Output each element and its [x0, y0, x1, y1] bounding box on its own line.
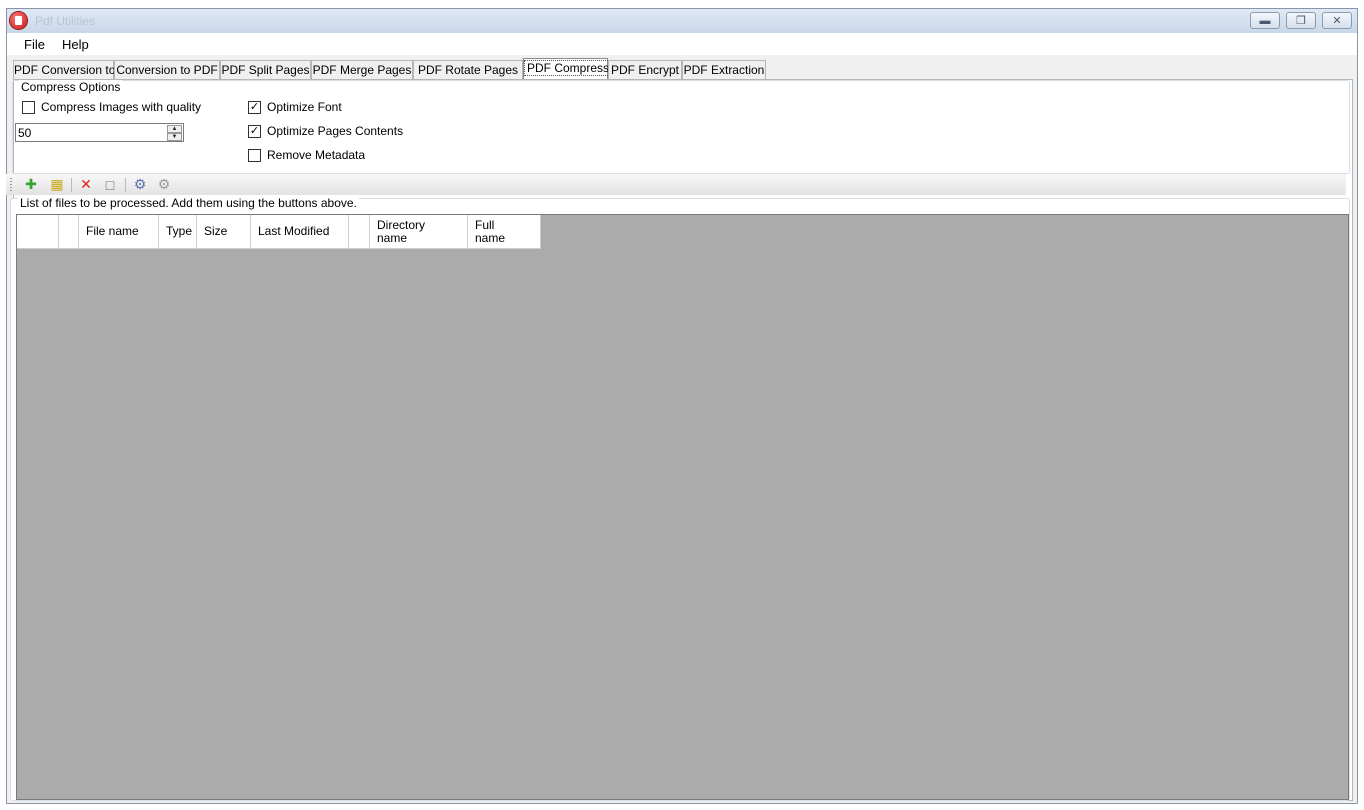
- tab-pdf-extraction[interactable]: PDF Extraction: [682, 60, 766, 79]
- tab-conversion-to-pdf[interactable]: Conversion to PDF: [114, 60, 220, 79]
- tab-pdf-split-pages[interactable]: PDF Split Pages: [220, 60, 311, 79]
- menu-help[interactable]: Help: [62, 37, 89, 52]
- process-all-icon: ⚙: [157, 176, 171, 192]
- column-header-type[interactable]: Type: [159, 215, 197, 249]
- column-header-file-name[interactable]: File name: [79, 215, 159, 249]
- app-icon[interactable]: [10, 12, 27, 29]
- file-list-group: List of files to be processed. Add them …: [10, 196, 1350, 801]
- compress-images-checkbox[interactable]: Compress Images with quality: [22, 100, 201, 114]
- process-icon: ⚙: [133, 176, 147, 192]
- quality-up-icon[interactable]: ▲: [167, 125, 182, 133]
- add-file-button[interactable]: ✚: [22, 176, 40, 193]
- column-header-size[interactable]: Size: [197, 215, 251, 249]
- quality-down-icon[interactable]: ▼: [167, 133, 182, 141]
- remove-metadata-checkbox[interactable]: Remove Metadata: [248, 148, 365, 162]
- checkmark-icon: ✓: [249, 100, 260, 113]
- file-toolbar: ✚ ▦ ✕ □ ⚙ ⚙: [6, 174, 1346, 195]
- column-header-last-modified[interactable]: Last Modified: [251, 215, 349, 249]
- grid-header: File name Type Size Last Modified Direct…: [17, 215, 541, 249]
- process-button[interactable]: ⚙: [131, 176, 149, 193]
- optimize-font-box[interactable]: ✓: [248, 100, 261, 114]
- title-bar[interactable]: Pdf Utilities ▬ ❐ ✕: [7, 9, 1357, 33]
- minimize-icon: ▬: [1259, 14, 1271, 27]
- restore-icon: ❐: [1296, 15, 1306, 27]
- checkmark-icon: ✓: [249, 124, 260, 137]
- add-folder-button[interactable]: ▦: [48, 176, 66, 193]
- compress-options-label: Compress Options: [19, 80, 123, 94]
- toolbar-separator: [71, 178, 72, 192]
- tab-pdf-merge-pages[interactable]: PDF Merge Pages: [311, 60, 413, 79]
- optimize-font-label: Optimize Font: [267, 100, 342, 114]
- window-title: Pdf Utilities: [35, 14, 96, 28]
- tab-pdf-encrypt[interactable]: PDF Encrypt: [608, 60, 682, 79]
- tab-pdf-conversion-to[interactable]: PDF Conversion to: [13, 60, 115, 79]
- add-folder-icon: ▦: [50, 176, 64, 192]
- file-grid[interactable]: File name Type Size Last Modified Direct…: [16, 214, 1349, 800]
- remove-metadata-box[interactable]: [248, 148, 261, 162]
- column-header-blank[interactable]: [349, 215, 370, 249]
- optimize-pages-checkbox[interactable]: ✓ Optimize Pages Contents: [248, 124, 403, 138]
- close-icon: ✕: [1332, 15, 1342, 27]
- compress-images-box[interactable]: [22, 100, 35, 114]
- minimize-button[interactable]: ▬: [1250, 12, 1280, 29]
- add-file-icon: ✚: [25, 176, 37, 192]
- restore-button[interactable]: ❐: [1286, 12, 1316, 29]
- toolbar-separator: [125, 178, 126, 192]
- compress-images-label: Compress Images with quality: [41, 100, 202, 114]
- quality-stepper[interactable]: ▲ ▼: [15, 123, 184, 142]
- file-list-label: List of files to be processed. Add them …: [18, 196, 359, 210]
- optimize-pages-label: Optimize Pages Contents: [267, 124, 404, 138]
- menu-file[interactable]: File: [24, 37, 45, 52]
- column-header-check[interactable]: [59, 215, 79, 249]
- column-header-directory-name[interactable]: Directory name: [370, 215, 468, 249]
- delete-button[interactable]: ✕: [77, 176, 95, 193]
- close-button[interactable]: ✕: [1322, 12, 1352, 29]
- toolbar-grip[interactable]: [10, 178, 12, 192]
- tab-pdf-rotate-pages[interactable]: PDF Rotate Pages: [413, 60, 523, 79]
- remove-metadata-label: Remove Metadata: [267, 148, 366, 162]
- menu-bar: File Help: [7, 33, 1357, 55]
- optimize-font-checkbox[interactable]: ✓ Optimize Font: [248, 100, 342, 114]
- compress-options-group: Compress Options: [12, 80, 1350, 174]
- optimize-pages-box[interactable]: ✓: [248, 124, 261, 138]
- tab-pdf-compress[interactable]: PDF Compress: [523, 58, 613, 80]
- column-header-full-name[interactable]: Full name: [468, 215, 541, 249]
- delete-icon: ✕: [80, 176, 92, 192]
- clear-button[interactable]: □: [101, 176, 119, 193]
- quality-input[interactable]: [18, 125, 163, 140]
- blank-page-icon: □: [105, 176, 115, 193]
- process-all-button[interactable]: ⚙: [155, 176, 173, 193]
- column-header-row-select[interactable]: [17, 215, 59, 249]
